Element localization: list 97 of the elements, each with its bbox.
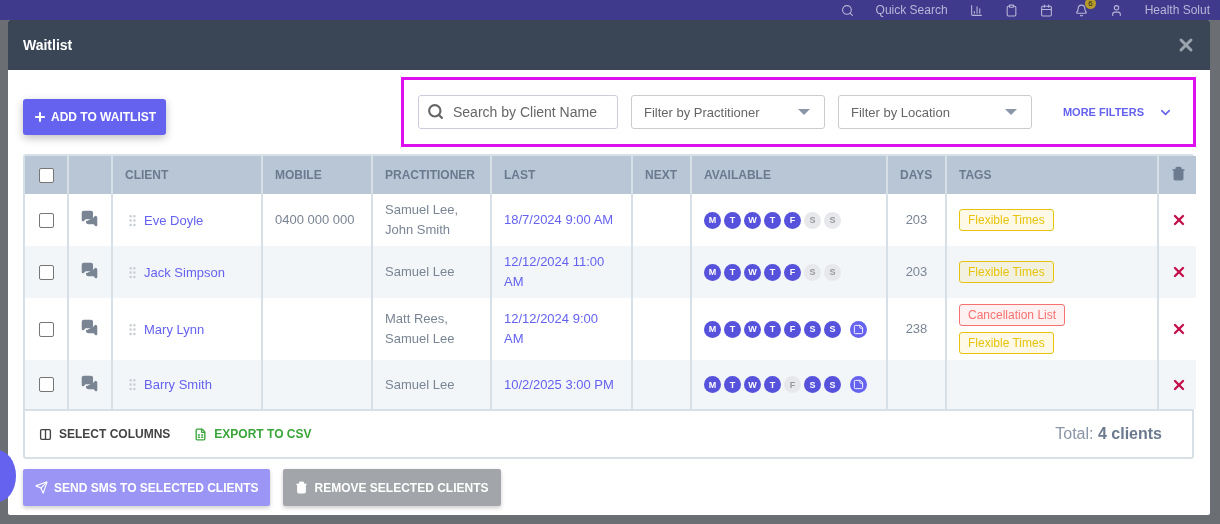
send-icon bbox=[35, 481, 48, 494]
dialog-title: Waitlist bbox=[23, 37, 73, 53]
last-appointment[interactable]: 12/12/2024 11:00 AM bbox=[504, 252, 619, 292]
weekday-badge: T bbox=[724, 263, 741, 281]
chat-icon[interactable] bbox=[81, 319, 98, 336]
weekday-badge: T bbox=[764, 263, 781, 281]
column-header: PRACTITIONER bbox=[372, 156, 491, 194]
column-header: LAST bbox=[491, 156, 632, 194]
weekday-badge: W bbox=[744, 263, 761, 281]
practitioner-names: Matt Rees, Samuel Lee bbox=[385, 310, 456, 348]
chat-icon[interactable] bbox=[81, 210, 98, 227]
location-dropdown[interactable]: Filter by Location bbox=[837, 95, 1032, 129]
column-header: TAGS bbox=[946, 156, 1158, 194]
weekday-badge: M bbox=[704, 211, 721, 229]
total-count: Total: 4 clients bbox=[1055, 425, 1163, 443]
weekday-badge: M bbox=[704, 320, 721, 338]
weekday-badge: S bbox=[804, 211, 821, 229]
row-checkbox[interactable] bbox=[39, 377, 54, 392]
remove-selected-button[interactable]: REMOVE SELECTED CLIENTS bbox=[283, 469, 501, 506]
mobile-number: 0400 000 000 bbox=[275, 211, 356, 229]
weekday-badge: S bbox=[804, 376, 821, 393]
weekday-badge: S bbox=[824, 376, 841, 393]
chat-icon[interactable] bbox=[81, 374, 98, 392]
practitioner-names: Samuel Lee bbox=[385, 375, 456, 394]
client-link[interactable]: Mary Lynn bbox=[144, 321, 205, 337]
clipboard-icon[interactable] bbox=[1004, 3, 1018, 17]
select-all-checkbox[interactable] bbox=[39, 167, 54, 183]
weekday-badge: M bbox=[704, 376, 721, 393]
last-appointment[interactable]: 18/7/2024 9:00 AM bbox=[504, 210, 619, 230]
weekday-badge: T bbox=[764, 320, 781, 338]
quick-search-label[interactable]: Quick Search bbox=[875, 3, 948, 17]
row-checkbox[interactable] bbox=[39, 264, 54, 280]
remove-button[interactable] bbox=[1171, 264, 1187, 280]
send-sms-button[interactable]: SEND SMS TO SELECTED CLIENTS bbox=[23, 469, 271, 506]
weekday-badge: S bbox=[804, 263, 821, 281]
weekday-badge: S bbox=[824, 263, 841, 281]
note-icon[interactable] bbox=[850, 376, 867, 393]
weekday-badge: W bbox=[744, 320, 761, 338]
weekday-badge: W bbox=[744, 211, 761, 229]
trash-icon bbox=[295, 481, 309, 494]
remove-button[interactable] bbox=[1171, 212, 1187, 228]
client-link[interactable]: Barry Smith bbox=[144, 377, 212, 392]
search-icon[interactable] bbox=[840, 3, 854, 17]
calendar-icon[interactable] bbox=[1039, 3, 1053, 17]
last-appointment[interactable]: 10/2/2025 3:00 PM bbox=[504, 374, 619, 395]
days-count: 203 bbox=[904, 263, 929, 281]
weekday-badge: F bbox=[784, 263, 801, 281]
weekday-badge: T bbox=[764, 211, 781, 229]
bell-icon[interactable] bbox=[1074, 3, 1088, 17]
row-checkbox[interactable] bbox=[39, 321, 54, 337]
weekday-badge: F bbox=[784, 211, 801, 229]
spreadsheet-icon bbox=[194, 427, 208, 441]
trash-icon[interactable] bbox=[1171, 166, 1186, 181]
weekday-badge: T bbox=[724, 376, 741, 393]
tag: Flexible Times bbox=[959, 261, 1054, 283]
client-link[interactable]: Eve Doyle bbox=[144, 212, 204, 228]
weekday-badge: S bbox=[804, 320, 821, 338]
weekday-badge: T bbox=[724, 211, 741, 229]
export-csv-button[interactable]: EXPORT TO CSV bbox=[194, 427, 312, 441]
weekday-badge: S bbox=[824, 320, 841, 338]
note-icon[interactable] bbox=[850, 320, 867, 338]
notification-badge: 6 bbox=[1085, 0, 1096, 9]
weekday-badge: F bbox=[784, 320, 801, 338]
plus-icon bbox=[33, 110, 47, 124]
column-header: CLIENT bbox=[112, 156, 262, 194]
days-count: 203 bbox=[904, 211, 929, 229]
column-header: MOBILE bbox=[262, 156, 372, 194]
weekday-badge: S bbox=[824, 211, 841, 229]
row-checkbox[interactable] bbox=[39, 212, 54, 228]
days-count: 238 bbox=[904, 320, 929, 338]
chat-icon[interactable] bbox=[81, 262, 98, 279]
user-icon[interactable] bbox=[1109, 3, 1123, 17]
weekday-badge: W bbox=[744, 376, 761, 393]
weekday-badge: F bbox=[784, 376, 801, 393]
more-filters-button[interactable]: MORE FILTERS bbox=[1056, 103, 1179, 121]
select-columns-button[interactable]: SELECT COLUMNS bbox=[39, 427, 171, 441]
weekday-badge: T bbox=[764, 376, 781, 393]
practitioner-dropdown[interactable]: Filter by Practitioner bbox=[631, 95, 825, 129]
search-icon bbox=[427, 103, 444, 120]
last-appointment[interactable]: 12/12/2024 9:00 AM bbox=[504, 309, 619, 349]
add-to-waitlist-button[interactable]: ADD TO WAITLIST bbox=[23, 99, 167, 135]
practitioner-names: Samuel Lee, John Smith bbox=[385, 201, 459, 239]
client-link[interactable]: Jack Simpson bbox=[144, 264, 225, 280]
column-header: AVAILABLE bbox=[691, 156, 887, 194]
practitioner-names: Samuel Lee bbox=[385, 263, 456, 281]
weekday-badge: M bbox=[704, 263, 721, 281]
column-header: DAYS bbox=[887, 156, 946, 194]
tag: Cancellation List bbox=[959, 304, 1066, 326]
search-field[interactable]: Search by Client Name bbox=[418, 95, 618, 129]
tag: Flexible Times bbox=[959, 209, 1054, 231]
account-name[interactable]: Health Solut bbox=[1144, 3, 1210, 17]
columns-icon bbox=[39, 427, 52, 441]
weekday-badge: T bbox=[724, 320, 741, 338]
chart-icon[interactable] bbox=[969, 3, 983, 17]
remove-button[interactable] bbox=[1171, 321, 1187, 337]
tag: Flexible Times bbox=[959, 332, 1054, 354]
column-header: NEXT bbox=[632, 156, 691, 194]
